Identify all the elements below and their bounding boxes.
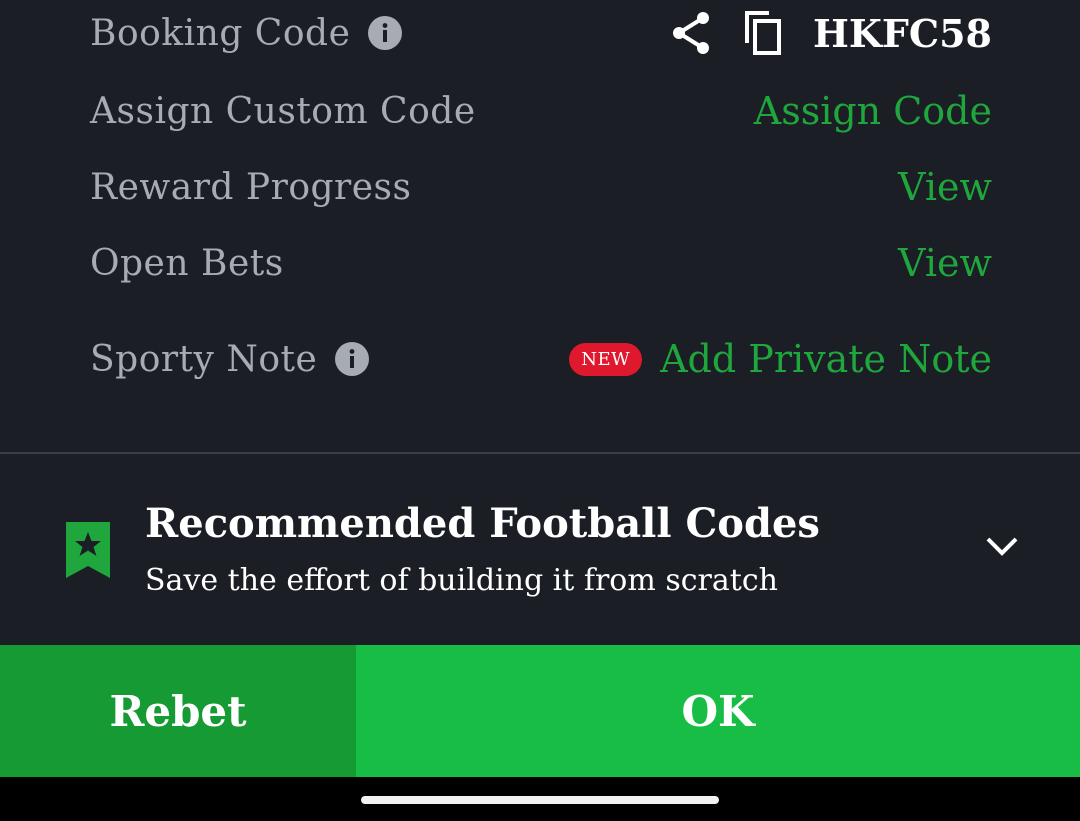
bottom-action-bar: Rebet OK	[0, 645, 1080, 777]
recommended-title: Recommended Football Codes	[145, 500, 820, 547]
booking-code-value: HKFC58	[812, 10, 992, 56]
assign-custom-code-label: Assign Custom Code	[90, 90, 476, 132]
bookmark-star-icon	[66, 522, 110, 578]
assign-code-link[interactable]: Assign Code	[754, 89, 992, 133]
add-private-note-link[interactable]: Add Private Note	[660, 337, 992, 381]
home-indicator[interactable]	[361, 796, 719, 804]
booking-code-label: Booking Code	[90, 12, 351, 54]
section-divider	[0, 452, 1080, 454]
open-bets-view-link[interactable]: View	[898, 241, 992, 285]
reward-progress-label: Reward Progress	[90, 166, 412, 208]
sporty-note-label: Sporty Note	[90, 338, 318, 380]
recommended-subtitle: Save the effort of building it from scra…	[145, 563, 778, 598]
system-nav-bar	[0, 777, 1080, 821]
reward-progress-view-link[interactable]: View	[898, 165, 992, 209]
booking-code-row: Booking Code HKFC58	[90, 10, 992, 56]
ok-button[interactable]: OK	[356, 645, 1080, 777]
rebet-button[interactable]: Rebet	[0, 645, 356, 777]
recommended-codes-panel[interactable]: Recommended Football Codes Save the effo…	[0, 470, 1080, 640]
sporty-note-row: Sporty Note NEW Add Private Note	[90, 334, 992, 384]
share-icon[interactable]	[671, 11, 711, 55]
info-icon[interactable]	[368, 16, 403, 50]
new-badge: NEW	[569, 342, 643, 376]
info-icon[interactable]	[335, 342, 370, 376]
reward-progress-row: Reward Progress View	[90, 162, 992, 212]
assign-custom-code-row: Assign Custom Code Assign Code	[90, 86, 992, 136]
copy-icon[interactable]	[741, 9, 785, 57]
chevron-down-icon[interactable]	[984, 534, 1020, 558]
open-bets-label: Open Bets	[90, 242, 284, 284]
open-bets-row: Open Bets View	[90, 238, 992, 288]
